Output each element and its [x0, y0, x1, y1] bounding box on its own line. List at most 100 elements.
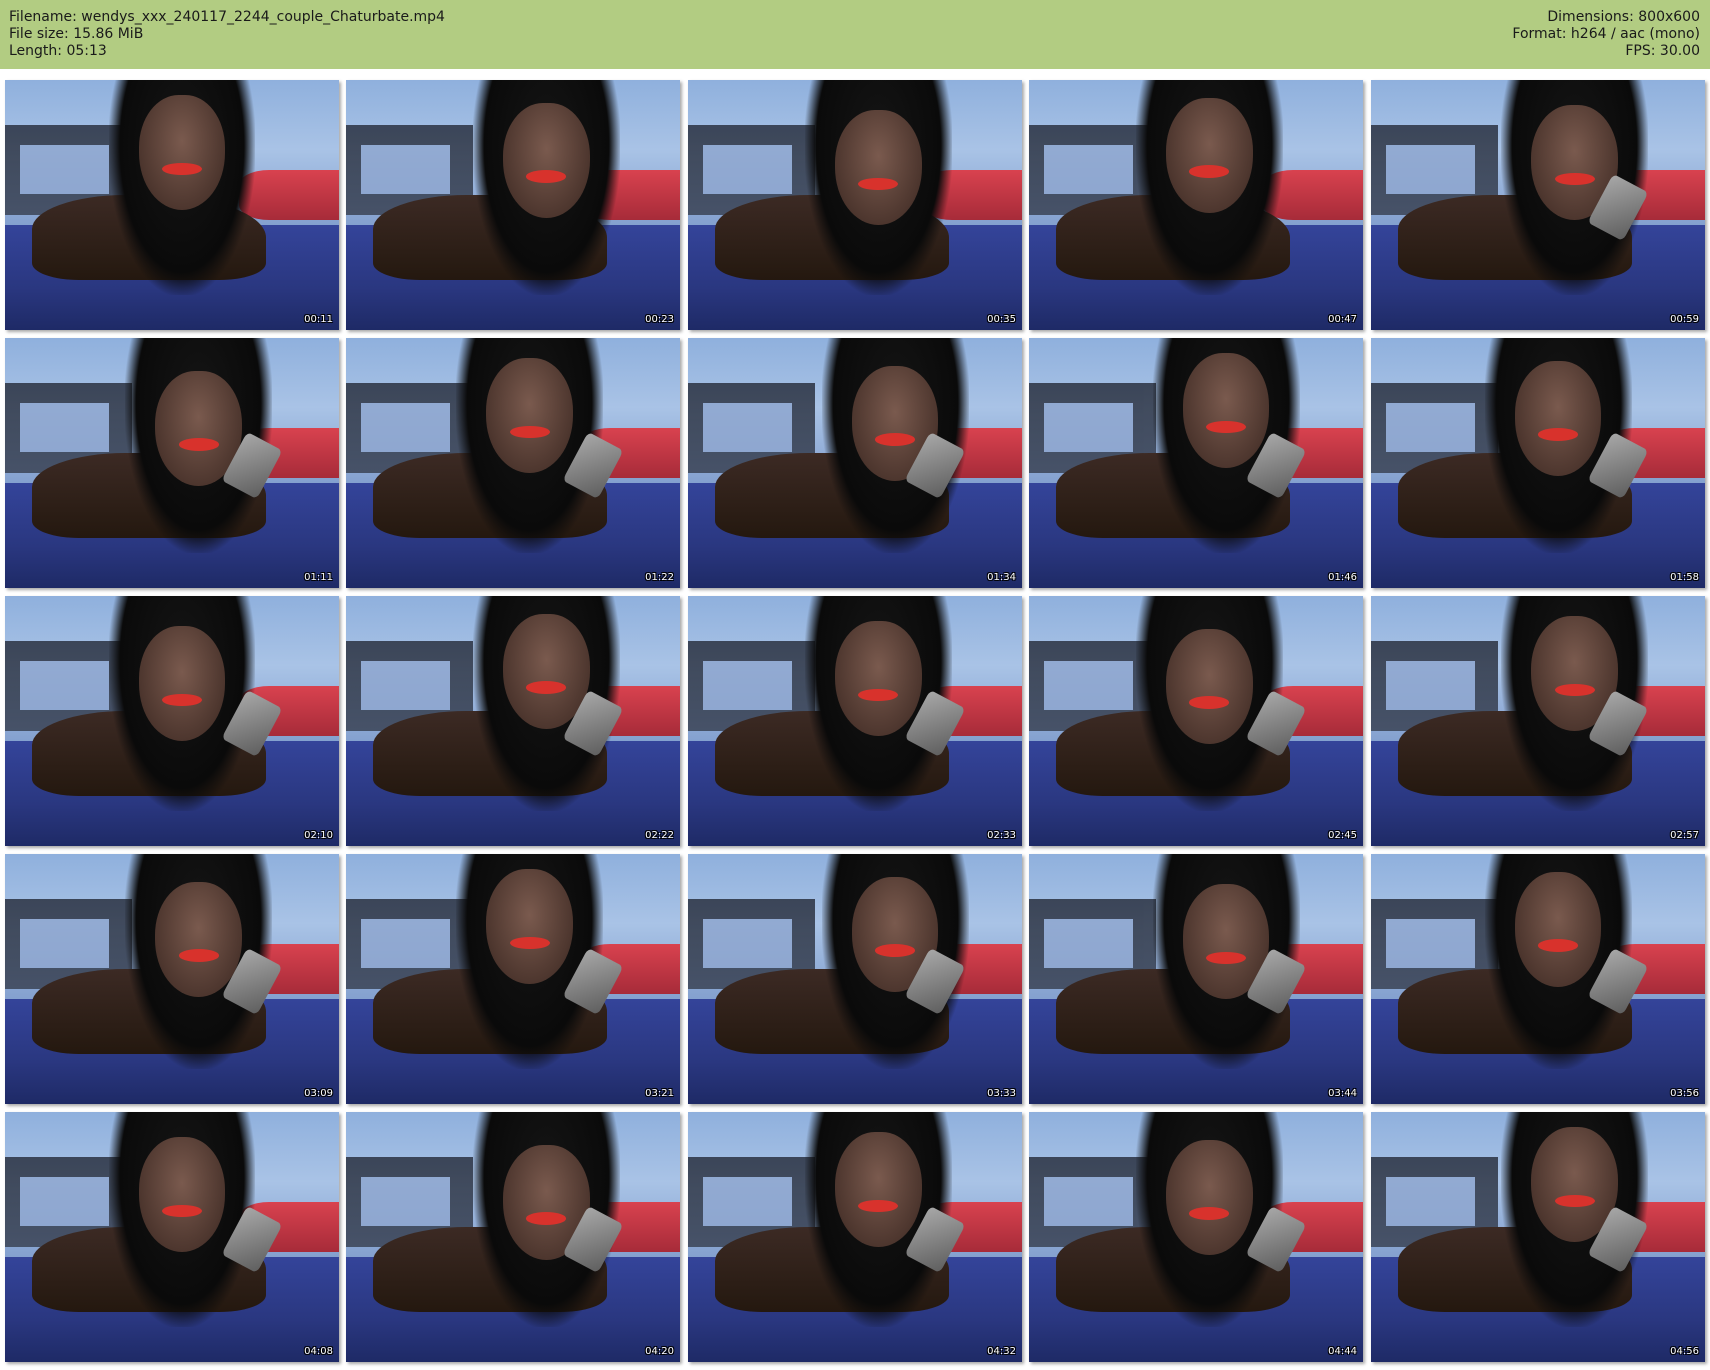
- video-thumbnail[interactable]: 03:09: [5, 854, 339, 1104]
- thumbnail-timestamp: 01:34: [987, 572, 1016, 583]
- thumbnail-window-pane: [20, 918, 110, 969]
- dimensions-text: Dimensions: 800x600: [1547, 9, 1700, 25]
- thumbnail-timestamp: 01:11: [304, 572, 333, 583]
- thumbnail-timestamp: 01:46: [1328, 572, 1357, 583]
- thumbnail-lips: [526, 1212, 567, 1225]
- thumbnail-timestamp: 00:47: [1328, 314, 1357, 325]
- thumbnail-face: [486, 869, 574, 984]
- video-thumbnail[interactable]: 04:44: [1029, 1112, 1363, 1362]
- thumbnail-window-pane: [703, 402, 793, 453]
- thumbnail-timestamp: 03:21: [645, 1088, 674, 1099]
- thumbnail-face: [1165, 97, 1253, 213]
- thumbnail-window-pane: [1386, 918, 1476, 969]
- thumbnail-lips: [526, 681, 567, 694]
- thumbnail-window-pane: [703, 918, 793, 969]
- thumbnail-face: [1514, 871, 1602, 987]
- video-thumbnail[interactable]: 00:35: [688, 80, 1022, 330]
- video-info: Dimensions: 800x600 Format: h264 / aac (…: [1512, 9, 1700, 60]
- video-thumbnail[interactable]: 03:33: [688, 854, 1022, 1104]
- video-thumbnail[interactable]: 02:10: [5, 596, 339, 846]
- thumbnail-window-pane: [1044, 660, 1134, 711]
- thumbnail-lips: [1554, 1194, 1595, 1207]
- video-thumbnail[interactable]: 02:22: [346, 596, 680, 846]
- video-thumbnail[interactable]: 03:44: [1029, 854, 1363, 1104]
- thumbnail-timestamp: 00:23: [645, 314, 674, 325]
- thumbnail-window-pane: [703, 144, 793, 195]
- thumbnail-lips: [1554, 172, 1595, 185]
- thumbnail-face: [834, 621, 922, 736]
- video-thumbnail[interactable]: 01:46: [1029, 338, 1363, 588]
- thumbnail-window-pane: [361, 144, 451, 195]
- thumbnail-face: [138, 95, 226, 210]
- fps-text: FPS: 30.00: [1625, 43, 1700, 59]
- video-thumbnail[interactable]: 01:58: [1371, 338, 1705, 588]
- thumbnail-lips: [1538, 428, 1579, 441]
- thumbnail-lips: [875, 433, 916, 446]
- thumbnail-face: [834, 110, 922, 225]
- video-thumbnail[interactable]: 00:47: [1029, 80, 1363, 330]
- thumbnail-timestamp: 00:59: [1670, 314, 1699, 325]
- thumbnail-lips: [875, 944, 916, 957]
- thumbnail-timestamp: 04:56: [1670, 1346, 1699, 1357]
- filesize-text: File size: 15.86 MiB: [9, 26, 144, 42]
- video-thumbnail[interactable]: 00:11: [5, 80, 339, 330]
- thumbnail-window-pane: [361, 918, 451, 969]
- thumbnail-timestamp: 04:32: [987, 1346, 1016, 1357]
- thumbnail-face: [1165, 628, 1253, 744]
- thumbnail-window-pane: [1044, 1176, 1134, 1227]
- video-thumbnail[interactable]: 02:45: [1029, 596, 1363, 846]
- thumbnail-lips: [1206, 420, 1247, 433]
- thumbnail-timestamp: 04:08: [304, 1346, 333, 1357]
- thumbnail-lips: [858, 1199, 899, 1212]
- thumbnail-lips: [858, 688, 899, 701]
- thumbnail-timestamp: 02:57: [1670, 830, 1699, 841]
- thumbnail-face: [1182, 353, 1270, 468]
- video-thumbnail[interactable]: 01:22: [346, 338, 680, 588]
- thumbnail-face: [1165, 1139, 1253, 1255]
- thumbnail-face: [834, 1132, 922, 1247]
- thumbnail-face: [502, 102, 590, 218]
- thumbnail-window-pane: [703, 660, 793, 711]
- thumbnail-window-pane: [1386, 144, 1476, 195]
- video-thumbnail[interactable]: 00:59: [1371, 80, 1705, 330]
- info-header: Filename: wendys_xxx_240117_2244_couple_…: [0, 0, 1710, 69]
- video-thumbnail[interactable]: 04:56: [1371, 1112, 1705, 1362]
- thumbnail-face: [1514, 360, 1602, 476]
- thumbnail-window-pane: [1044, 918, 1134, 969]
- thumbnail-window-pane: [1044, 402, 1134, 453]
- video-thumbnail[interactable]: 01:11: [5, 338, 339, 588]
- thumbnail-timestamp: 01:22: [645, 572, 674, 583]
- thumbnail-timestamp: 03:56: [1670, 1088, 1699, 1099]
- thumbnail-face: [138, 626, 226, 741]
- video-thumbnail[interactable]: 04:20: [346, 1112, 680, 1362]
- video-thumbnail[interactable]: 04:08: [5, 1112, 339, 1362]
- thumbnail-window-pane: [703, 1176, 793, 1227]
- thumbnail-window-pane: [20, 1176, 110, 1227]
- video-thumbnail[interactable]: 00:23: [346, 80, 680, 330]
- file-info: Filename: wendys_xxx_240117_2244_couple_…: [9, 9, 445, 60]
- thumbnail-lips: [178, 438, 219, 451]
- filename-text: Filename: wendys_xxx_240117_2244_couple_…: [9, 9, 445, 25]
- thumbnail-window-pane: [20, 402, 110, 453]
- thumbnail-timestamp: 00:11: [304, 314, 333, 325]
- thumbnail-lips: [1189, 696, 1230, 709]
- video-thumbnail[interactable]: 02:33: [688, 596, 1022, 846]
- thumbnail-lips: [178, 949, 219, 962]
- thumbnail-window-pane: [1386, 1176, 1476, 1227]
- video-thumbnail[interactable]: 02:57: [1371, 596, 1705, 846]
- video-thumbnail[interactable]: 03:56: [1371, 854, 1705, 1104]
- video-thumbnail[interactable]: 03:21: [346, 854, 680, 1104]
- thumbnail-lips: [1554, 683, 1595, 696]
- thumbnail-window-pane: [361, 660, 451, 711]
- thumbnail-timestamp: 02:10: [304, 830, 333, 841]
- length-text: Length: 05:13: [9, 43, 107, 59]
- thumbnail-timestamp: 04:20: [645, 1346, 674, 1357]
- video-thumbnail[interactable]: 01:34: [688, 338, 1022, 588]
- thumbnail-lips: [509, 425, 550, 438]
- thumbnail-window-pane: [20, 144, 110, 195]
- thumbnail-lips: [1206, 951, 1247, 964]
- thumbnail-lips: [161, 693, 203, 706]
- video-thumbnail[interactable]: 04:32: [688, 1112, 1022, 1362]
- thumbnail-timestamp: 01:58: [1670, 572, 1699, 583]
- thumbnail-lips: [858, 177, 899, 190]
